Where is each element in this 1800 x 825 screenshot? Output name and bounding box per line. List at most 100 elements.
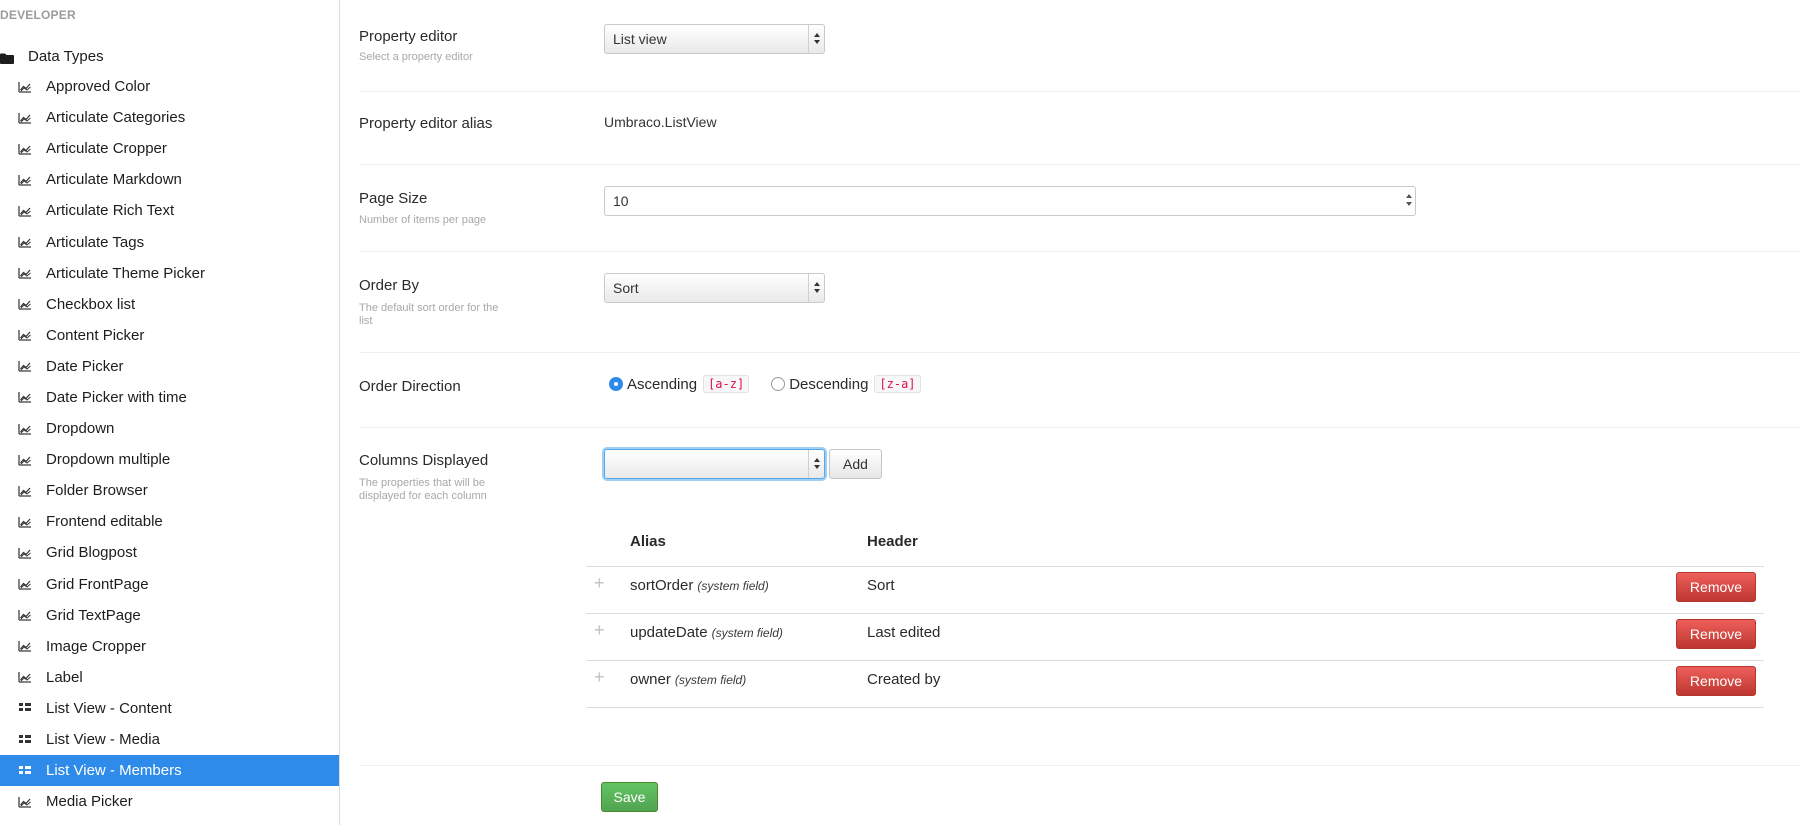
row-property-editor-alias: Property editor alias Umbraco.ListView	[359, 92, 1800, 165]
tree-item-label: Frontend editable	[46, 513, 163, 531]
tree-item-label: List View - Media	[46, 731, 160, 749]
tree-item[interactable]: Approved Color	[0, 71, 339, 102]
header-header: Header	[867, 518, 1674, 567]
row-page-size: Page Size Number of items per page 10	[359, 165, 1800, 252]
column-row: + updateDate (system field) Last edited Remo…	[586, 613, 1764, 661]
column-alias-cell: updateDate (system field)	[630, 613, 867, 661]
chart-icon	[18, 328, 32, 342]
tree-item-label: Folder Browser	[46, 482, 148, 500]
tree-root-label: Data Types	[28, 47, 104, 65]
remove-column-button[interactable]: Remove	[1676, 571, 1756, 602]
column-action-cell: Remove	[1674, 566, 1764, 614]
row-order-direction: Order Direction Ascending [a-z] Descendi…	[359, 353, 1800, 428]
tree-item[interactable]: Media Picker	[0, 786, 339, 817]
chart-icon	[18, 484, 32, 498]
tree-item-label: Approved Color	[46, 78, 151, 96]
tree-item[interactable]: Dropdown multiple	[0, 444, 339, 475]
column-action-cell: Remove	[1674, 613, 1764, 661]
action-header	[1674, 518, 1764, 567]
tree-item[interactable]: Grid TextPage	[0, 600, 339, 631]
system-field-note: (system field)	[674, 672, 747, 687]
tree-item-label: List View - Content	[46, 699, 172, 717]
chart-icon	[18, 453, 32, 467]
tree-item[interactable]: Dropdown	[0, 413, 339, 444]
chart-icon	[18, 235, 32, 249]
tree-item-label: Grid TextPage	[46, 606, 141, 624]
tree-item[interactable]: List View - Content	[0, 693, 339, 724]
tree-item[interactable]: Articulate Categories	[0, 102, 339, 133]
property-editor-alias-label: Property editor alias	[359, 115, 493, 132]
tree-item[interactable]: Articulate Tags	[0, 226, 339, 257]
chart-icon	[18, 266, 32, 280]
tree-item[interactable]: Articulate Rich Text	[0, 195, 339, 226]
tree-item[interactable]: Frontend editable	[0, 506, 339, 537]
drag-handle-icon[interactable]: +	[586, 566, 630, 614]
row-order-by: Order By The default sort order for the …	[359, 252, 1800, 353]
grid-icon	[18, 764, 32, 778]
property-editor-label: Property editor	[359, 28, 458, 45]
tree-item[interactable]: Articulate Markdown	[0, 164, 339, 195]
columns-select[interactable]	[604, 449, 825, 479]
chart-icon	[18, 608, 32, 622]
grid-icon	[18, 733, 32, 747]
tree-item[interactable]: Image Cropper	[0, 631, 339, 662]
chart-icon	[18, 204, 32, 218]
order-by-label: Order By	[359, 277, 420, 294]
save-button[interactable]: Save	[601, 782, 658, 812]
tree-item[interactable]: List View - Media	[0, 724, 339, 755]
tree-item[interactable]: Label	[0, 662, 339, 693]
column-row: + owner (system field) Created by Remove	[586, 660, 1764, 708]
folder-icon	[0, 51, 14, 64]
tree-item[interactable]: Content Picker	[0, 320, 339, 351]
tree-item-label: Articulate Cropper	[46, 140, 167, 158]
column-alias: updateDate	[630, 623, 708, 641]
tree-item[interactable]: Checkbox list	[0, 289, 339, 320]
sidebar-tree: DEVELOPER Data Types Approved Color Artic…	[0, 0, 340, 825]
tree-item[interactable]: Grid FrontPage	[0, 569, 339, 600]
column-alias-cell: sortOrder (system field)	[630, 566, 867, 614]
order-by-description: The default sort order for the list	[359, 302, 499, 327]
radio-descending[interactable]	[771, 377, 786, 391]
order-by-select[interactable]: Sort	[604, 273, 825, 303]
tree-item-label: Articulate Categories	[46, 109, 186, 127]
chart-icon	[18, 297, 32, 311]
radio-ascending[interactable]	[609, 377, 623, 391]
remove-column-button[interactable]: Remove	[1676, 665, 1756, 696]
radio-ascending-label[interactable]: Ascending	[627, 376, 697, 393]
tree-item-label: Dropdown	[46, 420, 115, 438]
chart-icon	[18, 173, 32, 187]
tree-item[interactable]: List View - Members	[0, 755, 339, 787]
column-header-cell: Sort	[867, 566, 1674, 614]
chart-icon	[18, 142, 32, 156]
descending-code: [z-a]	[874, 375, 921, 393]
add-column-button[interactable]: Add	[829, 449, 882, 479]
tree-item-label: Checkbox list	[46, 295, 136, 313]
columns-table: Alias Header + sortOrder (system field) Sor…	[586, 518, 1764, 708]
chart-icon	[18, 422, 32, 436]
chart-icon	[18, 670, 32, 684]
remove-column-button[interactable]: Remove	[1676, 618, 1756, 649]
tree-item-label: Articulate Markdown	[46, 171, 182, 189]
tree-item-label: Content Picker	[46, 326, 145, 344]
drag-handle-icon[interactable]: +	[586, 613, 630, 661]
number-spinner-icon[interactable]	[1403, 189, 1415, 213]
select-arrows-icon	[808, 450, 824, 478]
select-arrows-icon	[808, 25, 824, 53]
data-type-editor: Property editor Select a property editor…	[341, 0, 1800, 825]
tree-item[interactable]: Date Picker with time	[0, 382, 339, 413]
tree-item[interactable]: Articulate Theme Picker	[0, 258, 339, 289]
tree-item[interactable]: Date Picker	[0, 351, 339, 382]
tree-item-label: Label	[46, 668, 83, 686]
page-size-input[interactable]: 10	[604, 186, 1416, 216]
tree-root-data-types[interactable]: Data Types	[0, 44, 104, 68]
property-editor-select[interactable]: List view	[604, 24, 825, 54]
column-row: + sortOrder (system field) Sort Remove	[586, 566, 1764, 614]
chart-icon	[18, 795, 32, 809]
radio-descending-label[interactable]: Descending	[789, 376, 868, 393]
property-editor-description: Select a property editor	[359, 51, 473, 63]
tree-item[interactable]: Folder Browser	[0, 475, 339, 506]
tree-item[interactable]: Articulate Cropper	[0, 133, 339, 164]
tree-item-label: Date Picker	[46, 357, 124, 375]
tree-item[interactable]: Grid Blogpost	[0, 537, 339, 568]
drag-handle-icon[interactable]: +	[586, 660, 630, 708]
